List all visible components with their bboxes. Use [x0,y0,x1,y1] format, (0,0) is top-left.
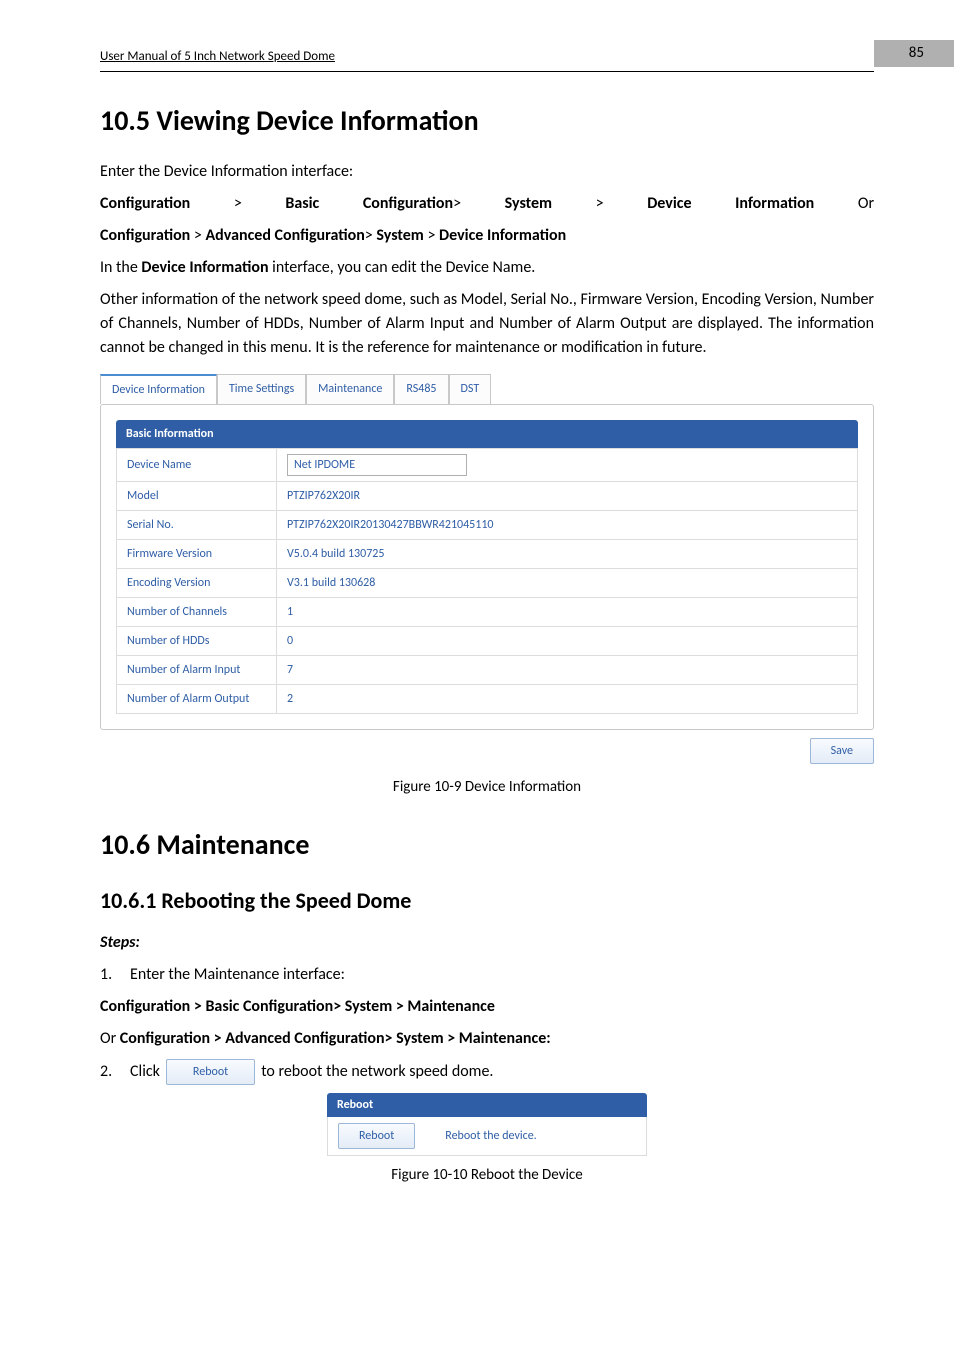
section-10-5-heading: 10.5 Viewing Device Information [100,100,874,142]
table-row: Device Name Net IPDOME [117,448,858,481]
gt: > [596,194,604,213]
txt-c: interface, you can edit the Device Name. [269,258,536,277]
page-header: User Manual of 5 Inch Network Speed Dome… [100,40,874,72]
reboot-button-inline[interactable]: Reboot [166,1059,255,1085]
step-1: 1. Enter the Maintenance interface: Conf… [100,963,874,1051]
hdds-label: Number of HDDs [117,626,277,655]
firmware-value: V5.0.4 build 130725 [277,539,858,568]
reboot-description: Reboot the device. [445,1127,536,1145]
channels-label: Number of Channels [117,597,277,626]
table-row: Number of Alarm Output 2 [117,684,858,713]
gt: > [453,194,461,213]
table-row: Number of HDDs 0 [117,626,858,655]
table-row: Model PTZIP762X20IR [117,481,858,510]
model-label: Model [117,481,277,510]
table-row: Serial No. PTZIP762X20IR20130427BBWR4210… [117,510,858,539]
save-row: Save [100,738,874,764]
step-1-text: Enter the Maintenance interface: [130,963,345,987]
txt-a: In the [100,258,141,277]
table-row: Encoding Version V3.1 build 130628 [117,568,858,597]
tab-rs485[interactable]: RS485 [394,374,448,404]
path-configuration: Configuration [100,226,190,245]
path-device-information: Device Information [439,226,566,245]
path-device-information: Device Information [647,194,814,213]
edit-name-paragraph: In the Device Information interface, you… [100,256,874,280]
serial-value: PTZIP762X20IR20130427BBWR421045110 [277,510,858,539]
intro-text: Enter the Device Information interface: [100,160,874,184]
encoding-value: V3.1 build 130628 [277,568,858,597]
alarm-output-label: Number of Alarm Output [117,684,277,713]
tab-maintenance[interactable]: Maintenance [306,374,394,404]
header-title: User Manual of 5 Inch Network Speed Dome [100,47,335,67]
gt: > [234,194,242,213]
basic-information-table: Device Name Net IPDOME Model PTZIP762X20… [116,448,858,714]
serial-label: Serial No. [117,510,277,539]
basic-information-panel: Basic Information Device Name Net IPDOME… [100,404,874,730]
tab-device-information[interactable]: Device Information [100,374,217,404]
figure-10-9-caption: Figure 10-9 Device Information [100,776,874,799]
path-basic-configuration: Basic Configuration [285,194,453,213]
step-1-path-2-line: Or Configuration > Advanced Configuratio… [100,1027,874,1051]
gt: > [427,226,435,245]
steps-label: Steps: [100,931,874,955]
hdds-value: 0 [277,626,858,655]
reboot-panel-header: Reboot [327,1093,647,1117]
page-number: 85 [874,40,954,67]
table-row: Number of Channels 1 [117,597,858,626]
table-row: Firmware Version V5.0.4 build 130725 [117,539,858,568]
tab-dst[interactable]: DST [449,374,492,404]
section-10-6-heading: 10.6 Maintenance [100,824,874,866]
tab-time-settings[interactable]: Time Settings [217,374,306,404]
alarm-input-label: Number of Alarm Input [117,655,277,684]
device-name-cell: Net IPDOME [277,448,858,481]
alarm-output-value: 2 [277,684,858,713]
save-button[interactable]: Save [810,738,874,764]
step-2-text-b: to reboot the network speed dome. [261,1060,493,1084]
device-name-input[interactable]: Net IPDOME [287,454,467,476]
path-system: System [505,194,552,213]
nav-path-1: Configuration > Basic Configuration> Sys… [100,192,874,216]
step-2-text-a: Click [130,1060,160,1084]
tab-bar: Device Information Time Settings Mainten… [100,374,874,404]
table-row: Number of Alarm Input 7 [117,655,858,684]
txt-b: Device Information [141,258,268,277]
path-configuration: Configuration [100,194,190,213]
reboot-panel-body: Reboot Reboot the device. [327,1117,647,1156]
or-text: Or [100,1029,120,1048]
firmware-label: Firmware Version [117,539,277,568]
alarm-input-value: 7 [277,655,858,684]
nav-path-2: Configuration > Advanced Configuration> … [100,224,874,248]
model-value: PTZIP762X20IR [277,481,858,510]
or-text: Or [858,194,874,213]
reboot-button[interactable]: Reboot [338,1123,415,1149]
gt: > [365,226,373,245]
step-1-path-1: Configuration > Basic Configuration> Sys… [100,995,874,1019]
encoding-label: Encoding Version [117,568,277,597]
device-name-label: Device Name [117,448,277,481]
basic-information-header: Basic Information [116,420,858,448]
figure-10-10-caption: Figure 10-10 Reboot the Device [100,1164,874,1187]
step-2: 2. Click Reboot to reboot the network sp… [100,1059,874,1085]
path-system: System [376,226,423,245]
gt: > [194,226,202,245]
path-advanced-configuration: Advanced Configuration [205,226,364,245]
section-10-6-1-heading: 10.6.1 Rebooting the Speed Dome [100,884,874,917]
step-2-number: 2. [100,1060,124,1084]
step-1-number: 1. [100,963,124,987]
channels-value: 1 [277,597,858,626]
step-1-path-2: Configuration > Advanced Configuration> … [120,1029,551,1048]
other-info-paragraph: Other information of the network speed d… [100,288,874,360]
